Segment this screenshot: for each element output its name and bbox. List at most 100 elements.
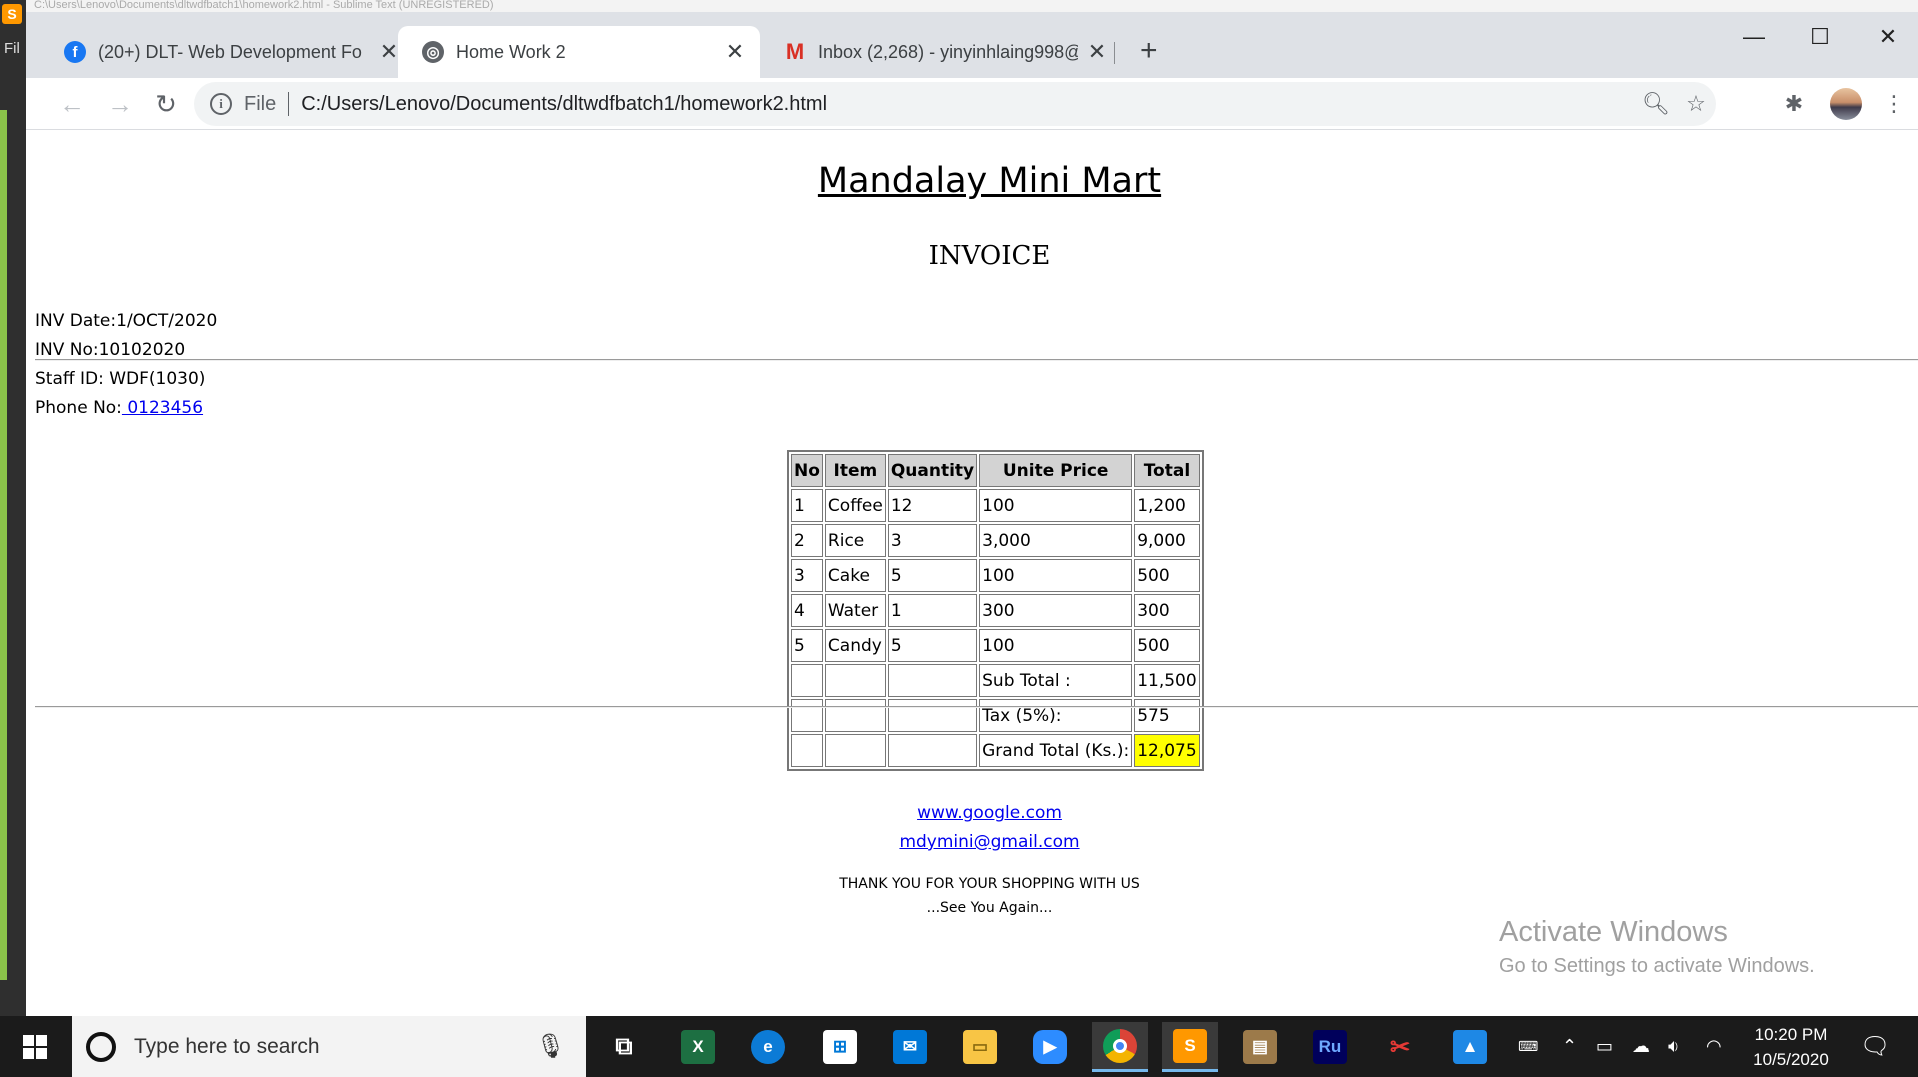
- tab-facebook[interactable]: f (20+) DLT- Web Development Fo ✕: [40, 26, 414, 78]
- summary-label: Grand Total (Ks.):: [979, 734, 1133, 767]
- volume-icon[interactable]: 🔉︎: [1668, 1016, 1679, 1077]
- sublime-logo-icon: S: [2, 4, 22, 24]
- cell-quantity: 3: [887, 524, 978, 557]
- taskbar-excel[interactable]: X: [670, 1022, 726, 1072]
- taskbar-file-explorer[interactable]: ▭: [952, 1022, 1008, 1072]
- microphone-icon[interactable]: 🎙︎: [536, 1032, 566, 1061]
- show-hidden-icons-chevron-icon[interactable]: ⌃: [1562, 1016, 1577, 1077]
- maximize-button[interactable]: ☐: [1792, 24, 1848, 50]
- system-clock[interactable]: 10:20 PM 10/5/2020: [1736, 1022, 1846, 1072]
- background-window-title: C:\Users\Lenovo\Documents\dltwdfbatch1\h…: [26, 0, 1918, 12]
- taskbar-store[interactable]: ⊞: [812, 1022, 868, 1072]
- profile-avatar[interactable]: [1830, 88, 1862, 120]
- cell-no: 5: [791, 629, 823, 662]
- chrome-icon: [1103, 1028, 1137, 1063]
- summary-row-subtotal: Sub Total : 11,500: [791, 664, 1200, 697]
- address-bar[interactable]: i File C:/Users/Lenovo/Documents/dltwdfb…: [194, 82, 1716, 126]
- facebook-icon: f: [64, 41, 86, 63]
- close-icon[interactable]: ✕: [378, 39, 400, 65]
- summary-label: Tax (5%):: [979, 699, 1133, 732]
- table-row: 3 Cake 5 100 500: [791, 559, 1200, 592]
- taskbar-premiere-rush[interactable]: Ru: [1302, 1022, 1358, 1072]
- globe-icon: ◎: [422, 41, 444, 63]
- empty-cell: [887, 664, 978, 697]
- cell-total: 500: [1134, 559, 1200, 592]
- cell-total: 500: [1134, 629, 1200, 662]
- tab-label: Inbox (2,268) - yinyinhlaing998@: [818, 41, 1078, 62]
- new-tab-button[interactable]: +: [1140, 36, 1158, 66]
- close-icon[interactable]: ✕: [1086, 39, 1108, 65]
- taskbar-photos[interactable]: ▲: [1442, 1022, 1498, 1072]
- empty-cell: [791, 734, 823, 767]
- notifications-icon[interactable]: 🗨︎: [1860, 1016, 1890, 1077]
- email-link[interactable]: mdymini@gmail.com: [899, 832, 1079, 852]
- footer-links: www.google.com mdymini@gmail.com: [26, 799, 1918, 857]
- cell-item: Candy: [824, 629, 886, 662]
- back-button[interactable]: ←: [56, 88, 88, 120]
- taskbar-snipping-tool[interactable]: ✂: [1372, 1022, 1428, 1072]
- cell-unit-price: 3,000: [979, 524, 1133, 557]
- watermark-title: Activate Windows: [1499, 916, 1728, 948]
- taskbar-edge[interactable]: e: [740, 1022, 796, 1072]
- taskbar-sublime[interactable]: S: [1162, 1022, 1218, 1072]
- onedrive-icon[interactable]: ☁: [1632, 1016, 1650, 1077]
- cell-quantity: 1: [887, 594, 978, 627]
- search-placeholder: Type here to search: [134, 1034, 320, 1058]
- cell-quantity: 5: [887, 559, 978, 592]
- cell-total: 300: [1134, 594, 1200, 627]
- cell-no: 1: [791, 489, 823, 522]
- task-view-button[interactable]: ⧉: [596, 1022, 652, 1072]
- archive-icon: ▤: [1243, 1030, 1277, 1064]
- taskbar-chrome[interactable]: [1092, 1022, 1148, 1072]
- divider-bottom: [35, 706, 1918, 708]
- tab-gmail[interactable]: M Inbox (2,268) - yinyinhlaing998@ ✕: [760, 26, 1122, 78]
- gmail-icon: M: [785, 39, 805, 64]
- url-text[interactable]: C:/Users/Lenovo/Documents/dltwdfbatch1/h…: [301, 93, 1636, 116]
- bookmark-star-icon[interactable]: ☆: [1676, 91, 1716, 117]
- store-icon: ⊞: [823, 1030, 857, 1064]
- close-window-button[interactable]: ✕: [1860, 24, 1916, 50]
- omnibox-divider: [288, 92, 290, 116]
- table-row: 4 Water 1 300 300: [791, 594, 1200, 627]
- tab-home-work-2[interactable]: ◎ Home Work 2 ✕: [398, 26, 760, 78]
- cell-no: 4: [791, 594, 823, 627]
- phone-link[interactable]: 0123456: [122, 398, 203, 418]
- keyboard-icon[interactable]: ⌨: [1518, 1016, 1538, 1077]
- taskbar-winrar[interactable]: ▤: [1232, 1022, 1288, 1072]
- page-content: Mandalay Mini Mart INVOICE INV Date:1/OC…: [26, 131, 1918, 1016]
- extensions-puzzle-icon[interactable]: ✱: [1778, 88, 1810, 120]
- cell-item: Coffee: [824, 489, 886, 522]
- taskbar-mail[interactable]: ✉: [882, 1022, 938, 1072]
- tab-label: (20+) DLT- Web Development Fo: [98, 41, 362, 62]
- photos-icon: ▲: [1453, 1030, 1487, 1064]
- taskbar-search[interactable]: Type here to search 🎙︎: [72, 1016, 586, 1077]
- zoom-video-icon: ▶: [1033, 1030, 1067, 1064]
- battery-icon[interactable]: ▭: [1596, 1016, 1613, 1077]
- divider-top: [35, 359, 1918, 361]
- reload-button[interactable]: ↻: [150, 88, 182, 120]
- background-menu-file[interactable]: Fil: [4, 40, 20, 57]
- clock-date: 10/5/2020: [1753, 1050, 1829, 1069]
- cell-item: Rice: [824, 524, 886, 557]
- menu-kebab-icon[interactable]: ⋮: [1878, 88, 1910, 120]
- tab-strip: f (20+) DLT- Web Development Fo ✕ ◎ Home…: [26, 12, 1918, 78]
- close-icon[interactable]: ✕: [724, 39, 746, 65]
- minimize-button[interactable]: —: [1726, 24, 1782, 50]
- zoom-icon[interactable]: 🔍︎: [1636, 91, 1676, 117]
- cortana-icon: [86, 1031, 116, 1062]
- empty-cell: [824, 664, 886, 697]
- column-header-no: No: [791, 454, 823, 487]
- info-icon[interactable]: i: [210, 93, 232, 115]
- tab-separator: [1114, 42, 1115, 64]
- start-button[interactable]: [0, 1016, 70, 1077]
- cell-unit-price: 100: [979, 559, 1133, 592]
- wifi-icon[interactable]: ◠: [1706, 1016, 1722, 1077]
- taskbar-zoom[interactable]: ▶: [1022, 1022, 1078, 1072]
- task-view-icon: ⧉: [615, 1033, 633, 1060]
- invoice-heading: INVOICE: [928, 241, 1051, 271]
- website-link[interactable]: www.google.com: [917, 803, 1062, 823]
- thanks-line: THANK YOU FOR YOUR SHOPPING WITH US: [839, 876, 1140, 892]
- clock-time: 10:20 PM: [1754, 1025, 1828, 1044]
- background-window-edge: S Fil: [0, 0, 26, 1016]
- forward-button[interactable]: →: [104, 88, 136, 120]
